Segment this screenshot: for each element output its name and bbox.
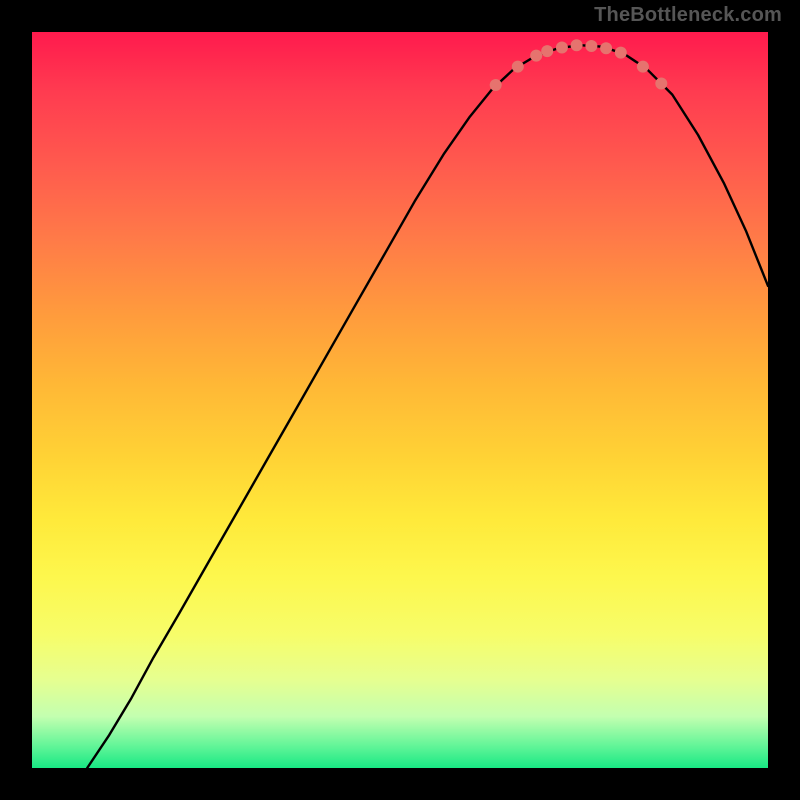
data-dot (585, 40, 597, 52)
data-dot (530, 50, 542, 62)
data-dot (556, 42, 568, 54)
chart-svg (32, 32, 768, 768)
dots-group (490, 39, 668, 91)
data-dot (541, 45, 553, 57)
data-dot (490, 79, 502, 91)
data-dot (512, 61, 524, 73)
data-dot (571, 39, 583, 51)
curve-line (87, 45, 768, 768)
data-dot (600, 42, 612, 54)
data-dot (615, 47, 627, 59)
chart-frame: TheBottleneck.com (0, 0, 800, 800)
data-dot (655, 78, 667, 90)
plot-area (32, 32, 768, 768)
data-dot (637, 61, 649, 73)
watermark-text: TheBottleneck.com (594, 4, 782, 27)
